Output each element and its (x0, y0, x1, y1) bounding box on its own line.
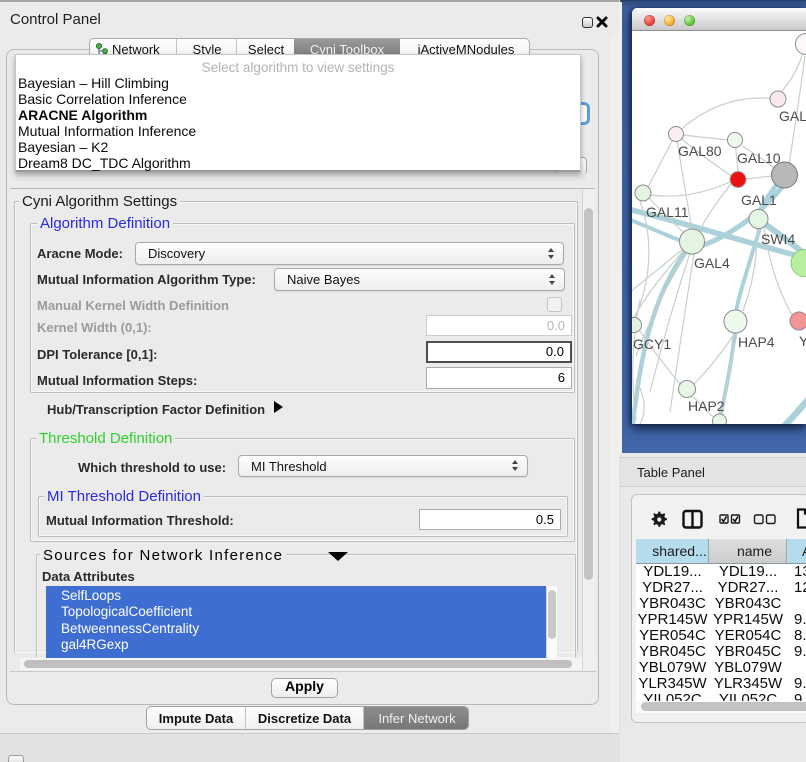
svg-text:HAP4: HAP4 (738, 334, 775, 350)
svg-text:SWI4: SWI4 (761, 231, 795, 247)
svg-text:GAL10: GAL10 (737, 150, 781, 166)
svg-text:Y: Y (799, 333, 806, 349)
svg-text:GAL4: GAL4 (694, 255, 730, 271)
svg-text:GAL2: GAL2 (779, 108, 806, 124)
svg-text:HAP2: HAP2 (688, 398, 725, 414)
svg-text:GAL1: GAL1 (741, 192, 777, 208)
svg-text:GAL80: GAL80 (678, 143, 722, 159)
svg-text:GAL11: GAL11 (646, 204, 689, 220)
svg-text:GCY1: GCY1 (633, 336, 671, 352)
